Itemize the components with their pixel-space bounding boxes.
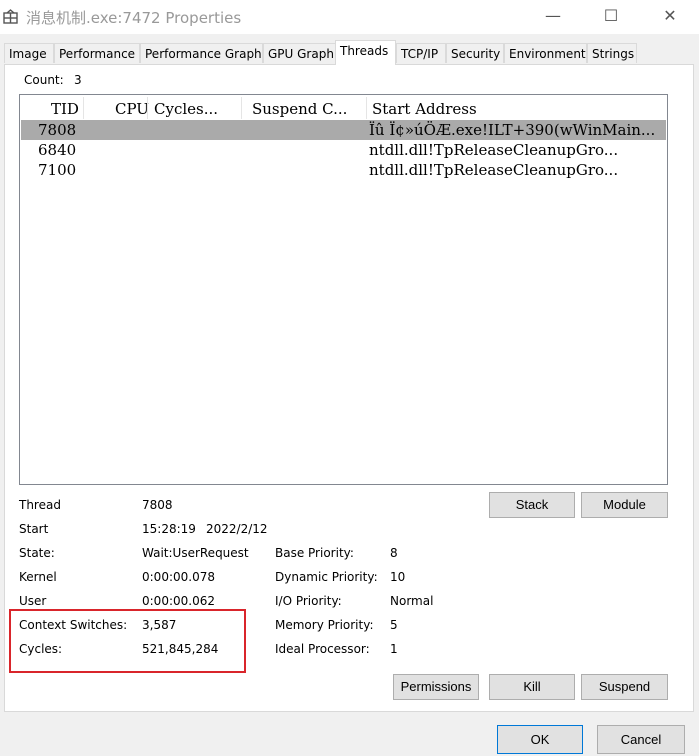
start-date-value: 2022/2/12 [206, 522, 268, 536]
column-header-cycles[interactable]: Cycles... [154, 99, 244, 119]
io-priority-value: Normal [390, 594, 434, 608]
tab-tcp-ip[interactable]: TCP/IP [396, 43, 446, 63]
dynamic-priority-value: 10 [390, 570, 406, 584]
column-separator[interactable] [147, 97, 148, 119]
permissions-button[interactable]: Permissions [393, 674, 479, 700]
thread-value: 7808 [142, 498, 173, 512]
start-address-cell: ntdll.dll!TpReleaseCleanupGro... [369, 141, 619, 159]
ideal-processor-value: 1 [390, 642, 398, 656]
thread-list[interactable]: TID CPU Cycles... Suspend C... Start Add… [19, 94, 668, 485]
highlight-box [9, 609, 246, 673]
tab-gpu-graph[interactable]: GPU Graph [263, 43, 336, 63]
tab-image[interactable]: Image [4, 43, 54, 63]
memory-priority-label: Memory Priority: [275, 618, 374, 632]
count-value: 3 [74, 73, 82, 87]
column-header-tid[interactable]: TID [51, 99, 91, 119]
close-icon[interactable]: ✕ [650, 0, 690, 34]
stack-button[interactable]: Stack [489, 492, 575, 518]
ideal-processor-label: Ideal Processor: [275, 642, 370, 656]
minimize-icon[interactable]: — [533, 0, 573, 34]
count-label: Count: [24, 73, 64, 87]
window-title: 消息机制.exe:7472 Properties [26, 9, 242, 27]
tid-cell: 6840 [38, 141, 77, 159]
state-label: State: [19, 546, 55, 560]
maximize-icon[interactable]: ☐ [591, 0, 631, 34]
state-value: Wait:UserRequest [142, 546, 249, 560]
thread-row[interactable]: 7100 ntdll.dll!TpReleaseCleanupGro... [21, 160, 666, 180]
tid-cell: 7100 [38, 161, 77, 179]
user-label: User [19, 594, 47, 608]
app-icon [3, 9, 18, 24]
start-label: Start [19, 522, 49, 536]
kill-button[interactable]: Kill [489, 674, 575, 700]
thread-row[interactable]: 7808 Ïû Ï¢»úÖÆ.exe!ILT+390(wWinMain... [21, 120, 666, 140]
memory-priority-value: 5 [390, 618, 398, 632]
kernel-time-value: 0:00:00.078 [142, 570, 215, 584]
io-priority-label: I/O Priority: [275, 594, 342, 608]
column-separator[interactable] [83, 97, 84, 119]
suspend-button[interactable]: Suspend [581, 674, 668, 700]
column-header-suspend-count[interactable]: Suspend C... [252, 99, 362, 119]
start-address-cell: ntdll.dll!TpReleaseCleanupGro... [369, 161, 619, 179]
base-priority-value: 8 [390, 546, 398, 560]
tab-threads[interactable]: Threads [335, 40, 396, 65]
base-priority-label: Base Priority: [275, 546, 354, 560]
column-separator[interactable] [241, 97, 242, 119]
column-header-start-address[interactable]: Start Address [372, 99, 572, 119]
cancel-button[interactable]: Cancel [597, 725, 685, 754]
user-time-value: 0:00:00.062 [142, 594, 215, 608]
tab-environment[interactable]: Environment [504, 43, 587, 63]
tab-performance[interactable]: Performance [54, 43, 140, 63]
dynamic-priority-label: Dynamic Priority: [275, 570, 378, 584]
kernel-label: Kernel [19, 570, 57, 584]
column-header-cpu[interactable]: CPU [115, 99, 155, 119]
tid-cell: 7808 [38, 121, 77, 139]
start-time-value: 15:28:19 [142, 522, 196, 536]
ok-button[interactable]: OK [497, 725, 583, 754]
thread-row[interactable]: 6840 ntdll.dll!TpReleaseCleanupGro... [21, 140, 666, 160]
tab-security[interactable]: Security [446, 43, 504, 63]
start-address-cell: Ïû Ï¢»úÖÆ.exe!ILT+390(wWinMain... [369, 121, 656, 139]
thread-label: Thread [19, 498, 61, 512]
tab-performance-graph[interactable]: Performance Graph [140, 43, 263, 63]
module-button[interactable]: Module [581, 492, 668, 518]
tab-strings[interactable]: Strings [587, 43, 637, 63]
column-separator[interactable] [366, 97, 367, 119]
